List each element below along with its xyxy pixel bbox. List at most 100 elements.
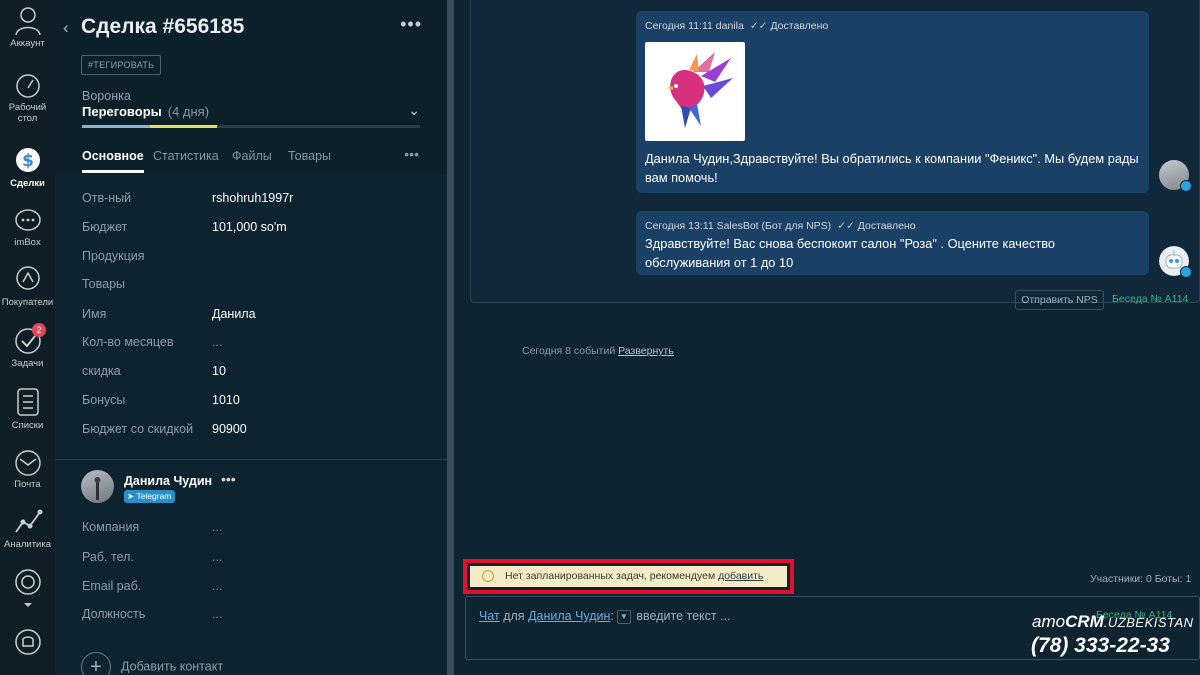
field-value-discount[interactable]: 10	[212, 364, 226, 378]
field-value-budget[interactable]: 101,000 so'm	[212, 220, 287, 234]
chat-message: Сегодня 13:11 SalesBot (Бот для NPS) ✓✓ До…	[636, 211, 1149, 275]
brand-part-amo: amo	[1032, 612, 1066, 631]
nav-account-label: Аккаунт	[10, 38, 45, 49]
tab-main[interactable]: Основное	[82, 149, 144, 163]
telegram-icon	[1180, 180, 1192, 192]
chat-input-placeholder[interactable]: введите текст ...	[636, 609, 730, 623]
avatar-photo-icon	[94, 477, 101, 500]
field-value-responsible[interactable]: rshohruh1997r	[212, 191, 293, 205]
message-status: Доставлено	[857, 220, 916, 232]
nav-deals[interactable]: $ Сделки	[0, 145, 55, 189]
active-tab-indicator	[82, 170, 144, 173]
tab-products[interactable]: Товары	[288, 149, 331, 163]
tag-button[interactable]: #ТЕГИРОВАТЬ	[81, 55, 162, 75]
nav-dashboard-label: Рабочий стол	[8, 102, 47, 124]
field-label: Бюджет	[82, 220, 128, 234]
field-value-bonuses[interactable]: 1010	[212, 393, 240, 407]
nav-account[interactable]: Аккаунт	[0, 5, 55, 49]
contact-field-position[interactable]: ...	[212, 607, 222, 621]
conversation-block: Сегодня 11:11 danila ✓✓ Доставлено Данила …	[470, 0, 1200, 310]
svg-text:$: $	[22, 151, 34, 171]
nav-analytics[interactable]: Аналитика	[0, 508, 55, 550]
funnel-progress-bar	[82, 125, 420, 128]
contact-field-label: Email раб.	[82, 579, 142, 593]
nav-mail[interactable]: Почта	[0, 450, 55, 490]
add-contact-button[interactable]: + Добавить контакт	[81, 652, 223, 675]
nav-tasks-label: Задачи	[11, 358, 44, 369]
contact-name[interactable]: Данила Чудин	[124, 474, 212, 488]
phoenix-logo-icon	[667, 52, 733, 128]
no-tasks-banner: Нет запланированных задач, рекомендуем д…	[470, 566, 787, 587]
progress-segment-1	[82, 125, 150, 128]
contact-field-work-phone[interactable]: ...	[212, 550, 222, 564]
contact-field-work-email[interactable]: ...	[212, 579, 222, 593]
nav-notifications[interactable]	[0, 627, 55, 660]
nav-dashboard[interactable]: Рабочий стол	[0, 73, 55, 124]
contact-field-label: Должность	[82, 607, 146, 621]
tabs-more-icon[interactable]: •••	[404, 146, 419, 162]
field-value-discounted-budget[interactable]: 90900	[212, 422, 247, 436]
nav-tasks[interactable]: 2 Задачи	[0, 323, 55, 369]
panel-divider[interactable]	[447, 0, 454, 675]
add-contact-label: Добавить контакт	[121, 659, 224, 674]
nav-customers[interactable]: Покупатели	[0, 264, 55, 308]
nav-imbox[interactable]: imBox	[0, 208, 55, 248]
funnel-stage-name: Переговоры	[82, 104, 162, 119]
brand-watermark: amoCRM.UZBEKISTAN	[1032, 612, 1194, 632]
contact-more-icon[interactable]: •••	[221, 471, 236, 487]
deal-more-menu-icon[interactable]: •••	[400, 14, 422, 35]
events-count: Сегодня 8 событий	[522, 345, 616, 357]
field-value-months[interactable]: ...	[212, 335, 222, 349]
double-check-icon: ✓✓	[749, 20, 768, 32]
double-check-icon: ✓✓	[837, 220, 855, 232]
tab-files[interactable]: Файлы	[232, 149, 272, 163]
back-chevron-icon[interactable]: ‹	[63, 18, 69, 38]
message-meta: Сегодня 13:11 SalesBot (Бот для NPS)	[645, 220, 832, 232]
funnel-label: Воронка	[82, 89, 131, 103]
participants-count: Участники: 0 Боты: 1	[1090, 573, 1192, 585]
funnel-stage-selector[interactable]: Переговоры (4 дня)	[82, 104, 209, 119]
chat-recipient-link[interactable]: Данила Чудин	[528, 609, 610, 623]
deal-header: ‹ Сделка #656185 ••• #ТЕГИРОВАТЬ Воронка…	[55, 0, 447, 174]
message-text: Здравствуйте! Вас снова беспокоит салон …	[645, 236, 1055, 270]
deals-icon: $	[15, 148, 40, 172]
user-icon	[14, 7, 41, 35]
watermark-phone: (78) 333-22-33	[1031, 634, 1170, 657]
contact-avatar[interactable]	[81, 470, 114, 503]
chat-bubble-icon	[14, 209, 41, 231]
deal-panel: ‹ Сделка #656185 ••• #ТЕГИРОВАТЬ Воронка…	[55, 0, 447, 675]
message-header: Сегодня 13:11 SalesBot (Бот для NPS) ✓✓ До…	[645, 220, 916, 232]
contact-field-label: Компания	[82, 520, 140, 534]
contact-field-label: Раб. тел.	[82, 550, 134, 564]
conversation-number-link[interactable]: Беседа № A114	[1112, 293, 1188, 305]
nav-more[interactable]	[0, 568, 55, 611]
expand-events-link[interactable]: Развернуть	[618, 345, 674, 357]
chat-message: Сегодня 11:11 danila ✓✓ Доставлено Данила …	[636, 11, 1149, 193]
telegram-icon	[1180, 266, 1192, 278]
task-notice-highlight: Нет запланированных задач, рекомендуем д…	[463, 559, 794, 594]
tasks-count-badge: 2	[32, 323, 46, 337]
chat-mode-link[interactable]: Чат	[479, 609, 500, 623]
events-summary: Сегодня 8 событий Развернуть	[522, 345, 674, 357]
recipient-dropdown-icon[interactable]: ▼	[616, 609, 631, 624]
field-label: Отв-ный	[82, 191, 132, 205]
field-label: Кол-во месяцев	[82, 335, 174, 349]
field-value-name[interactable]: Данила	[212, 307, 256, 321]
message-image[interactable]	[645, 42, 745, 141]
send-nps-button[interactable]: Отправить NPS	[1015, 290, 1104, 310]
nav-lists-label: Списки	[11, 420, 44, 431]
chevron-down-icon[interactable]: ⌄	[408, 102, 420, 119]
list-icon	[16, 388, 39, 416]
speedometer-icon	[15, 74, 40, 98]
tab-statistics[interactable]: Статистика	[153, 149, 219, 163]
contact-field-company[interactable]: ...	[212, 520, 222, 534]
main-navigation: Аккаунт Рабочий стол $ Сделки imBox Поку…	[0, 0, 55, 675]
telegram-icon: ➤	[127, 491, 137, 501]
plus-icon: +	[81, 652, 111, 675]
add-task-link[interactable]: добавить	[718, 570, 763, 582]
clock-icon	[482, 570, 494, 582]
progress-segment-2	[150, 125, 217, 128]
deal-title: Сделка #656185	[81, 15, 245, 38]
field-label: Продукция	[82, 249, 145, 263]
nav-lists[interactable]: Списки	[0, 387, 55, 431]
